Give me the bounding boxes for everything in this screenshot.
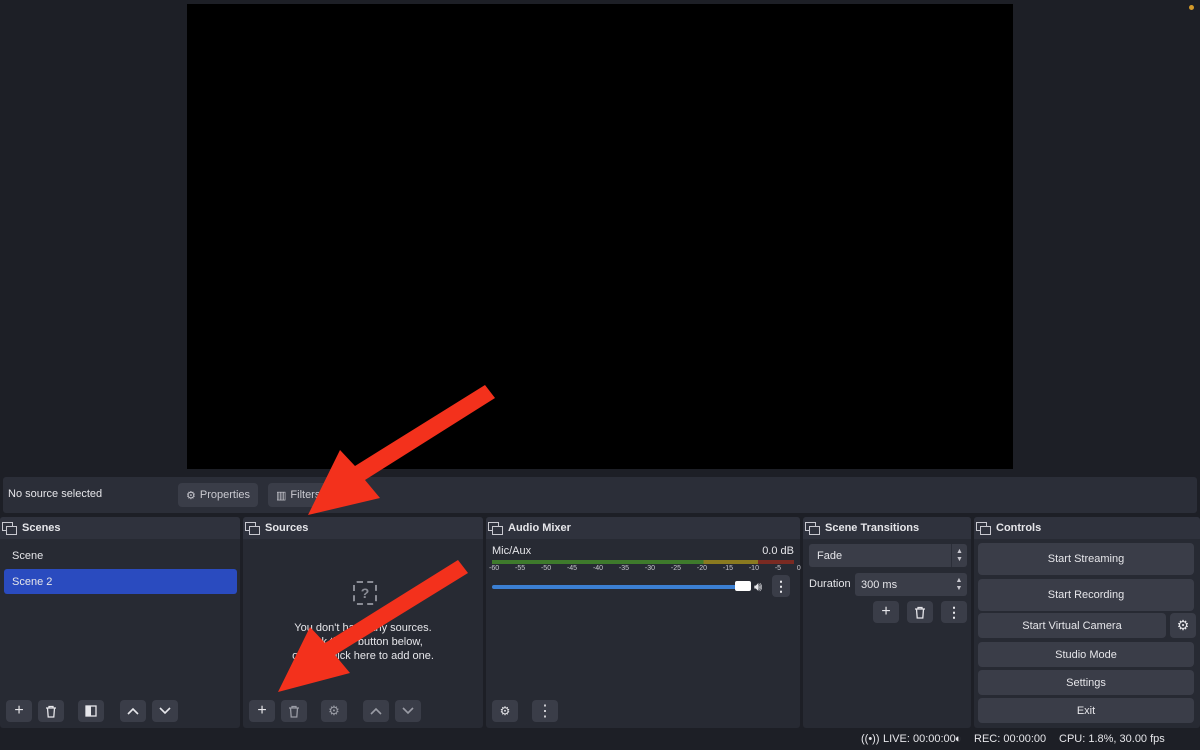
chevron-up-icon [127, 707, 139, 715]
virtual-camera-settings-button[interactable]: ⚙ [1170, 613, 1196, 638]
kebab-icon: ⋮ [774, 577, 788, 594]
select-arrows-icon: ▲ ▼ [951, 544, 967, 567]
status-bar: ((•)) LIVE: 00:00:00 ◐ REC: 00:00:00 CPU… [0, 730, 1200, 750]
remove-scene-button[interactable] [38, 700, 64, 722]
chevron-down-icon [159, 707, 171, 715]
start-streaming-button[interactable]: Start Streaming [978, 543, 1194, 575]
audio-mixer-dock: Audio Mixer Mic/Aux 0.0 dB -60 -55 -50 -… [486, 517, 801, 728]
transition-menu-button[interactable]: ⋮ [941, 601, 967, 623]
filters-icon: ▥ [276, 489, 287, 502]
trash-icon [915, 606, 925, 619]
gear-icon: ⚙ [186, 489, 196, 502]
meter-ticks: -60 -55 -50 -45 -40 -35 -30 -25 -20 -15 … [489, 565, 801, 572]
source-toolbar: No source selected ⚙ Properties ▥ Filter… [3, 477, 1197, 513]
source-properties-button[interactable]: ⚙ [321, 700, 347, 722]
annotation-arrow-add-source-icon [278, 560, 468, 692]
scene-item-scene-2[interactable]: Scene 2 [4, 569, 237, 594]
scene-transitions-dock: Scene Transitions Fade ▲ ▼ Duration 300 m… [803, 517, 971, 728]
duration-stepper-icon[interactable]: ▲ ▼ [951, 573, 967, 596]
volume-slider-track[interactable] [492, 585, 744, 589]
advanced-audio-button[interactable]: ⚙ [492, 700, 518, 722]
undock-icon[interactable] [2, 522, 17, 535]
filters-icon [85, 705, 97, 717]
move-source-down-button[interactable] [395, 700, 421, 722]
preview-area [0, 0, 1200, 474]
exit-button[interactable]: Exit [978, 698, 1194, 723]
studio-mode-button[interactable]: Studio Mode [978, 642, 1194, 667]
scene-transitions-header: Scene Transitions [803, 517, 971, 539]
add-source-button[interactable]: + [249, 700, 275, 722]
move-scene-down-button[interactable] [152, 700, 178, 722]
cpu-fps: CPU: 1.8%, 30.00 fps [1059, 733, 1165, 745]
gear-icon: ⚙ [1176, 617, 1190, 633]
gear-icon: ⚙ [328, 703, 340, 718]
plus-icon: + [257, 702, 267, 719]
stream-signal-icon: ((•)) [861, 733, 880, 745]
start-virtual-camera-button[interactable]: Start Virtual Camera [978, 613, 1166, 638]
kebab-icon: ⋮ [537, 703, 553, 720]
mixer-channel-name: Mic/Aux [492, 545, 532, 557]
volume-slider-handle[interactable] [735, 581, 751, 591]
start-recording-button[interactable]: Start Recording [978, 579, 1194, 611]
settings-button[interactable]: Settings [978, 670, 1194, 695]
rec-timer: REC: 00:00:00 [974, 733, 1047, 745]
move-scene-up-button[interactable] [120, 700, 146, 722]
kebab-icon: ⋮ [947, 603, 961, 620]
controls-header: Controls [974, 517, 1200, 539]
move-source-up-button[interactable] [363, 700, 389, 722]
scene-item-scene[interactable]: Scene [4, 543, 237, 568]
audio-mixer-header: Audio Mixer [486, 517, 800, 539]
add-transition-button[interactable]: + [873, 601, 899, 623]
record-icon: ◐ [955, 733, 962, 745]
transition-select[interactable]: Fade ▲ ▼ [809, 544, 967, 567]
chevron-down-icon [402, 707, 414, 715]
mixer-channel-menu-button[interactable]: ⋮ [772, 575, 790, 597]
undock-icon[interactable] [805, 522, 820, 535]
gears-icon: ⚙ [499, 704, 511, 718]
mixer-level: 0.0 dB [762, 545, 794, 557]
add-scene-button[interactable]: + [6, 700, 32, 722]
status-dot-icon [1189, 5, 1194, 10]
mixer-menu-button[interactable]: ⋮ [532, 700, 558, 722]
annotation-arrow-sources-icon [308, 385, 495, 515]
duration-input[interactable]: 300 ms ▲ ▼ [855, 573, 967, 596]
scenes-header: Scenes [0, 517, 240, 539]
plus-icon: + [14, 702, 24, 719]
speaker-icon[interactable]: 🔊︎ [754, 579, 762, 595]
undock-icon[interactable] [245, 522, 260, 535]
live-timer: LIVE: 00:00:00 [883, 733, 956, 745]
chevron-up-icon [370, 707, 382, 715]
remove-transition-button[interactable] [907, 601, 933, 623]
properties-button[interactable]: ⚙ Properties [178, 483, 259, 507]
plus-icon: + [881, 603, 891, 620]
undock-icon[interactable] [976, 522, 991, 535]
trash-icon [46, 705, 56, 718]
volume-meter [492, 560, 794, 564]
no-source-label: No source selected [8, 488, 103, 500]
scene-filters-button[interactable] [78, 700, 104, 722]
controls-dock: Controls Start Streaming Start Recording… [974, 517, 1200, 728]
scenes-dock: Scenes Scene Scene 2 + [0, 517, 240, 728]
remove-source-button[interactable] [281, 700, 307, 722]
trash-icon [289, 705, 299, 718]
duration-label: Duration [809, 578, 851, 590]
